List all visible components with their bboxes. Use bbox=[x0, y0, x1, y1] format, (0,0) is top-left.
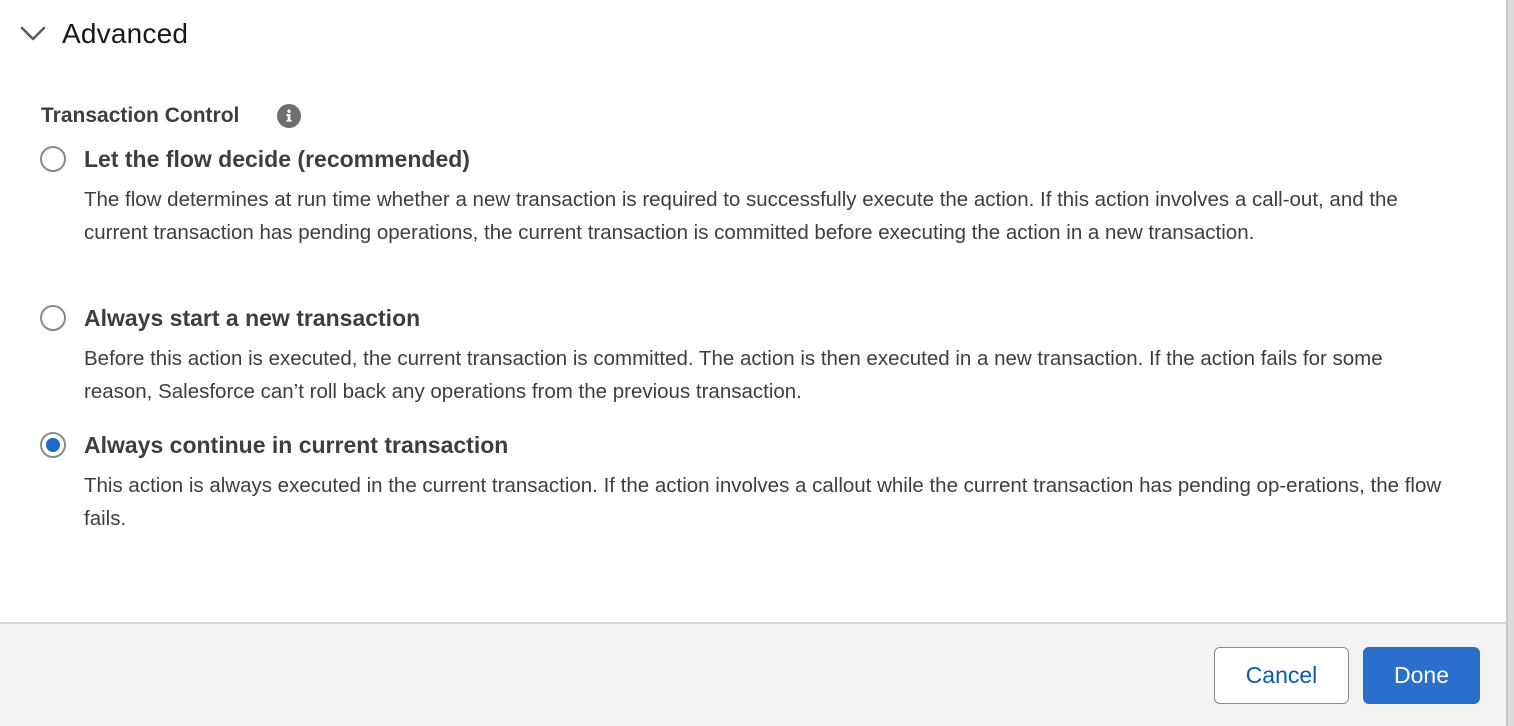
radio-label: Let the flow decide (recommended) bbox=[84, 145, 470, 172]
option-flow-decides: Let the flow decide (recommended) The fl… bbox=[40, 144, 1460, 249]
radio-always-new[interactable]: Always start a new transaction bbox=[40, 303, 1460, 333]
radio-button-selected[interactable] bbox=[40, 432, 66, 458]
radio-flow-decides[interactable]: Let the flow decide (recommended) bbox=[40, 144, 1460, 174]
option-description: Before this action is executed, the curr… bbox=[84, 347, 1383, 403]
advanced-panel: Advanced Transaction Control Let the flo… bbox=[0, 0, 1508, 726]
modal-footer: Cancel Done bbox=[0, 622, 1506, 726]
radio-button[interactable] bbox=[40, 305, 66, 331]
transaction-control-label: Transaction Control bbox=[41, 104, 240, 127]
option-description: This action is always executed in the cu… bbox=[84, 474, 1442, 530]
done-button[interactable]: Done bbox=[1363, 647, 1480, 704]
radio-button[interactable] bbox=[40, 146, 66, 172]
radio-label: Always continue in current transaction bbox=[84, 431, 509, 458]
chevron-down-icon bbox=[20, 21, 46, 47]
advanced-section-toggle[interactable]: Advanced bbox=[20, 14, 188, 54]
option-always-continue: Always continue in current transaction T… bbox=[40, 430, 1460, 535]
radio-selected-dot bbox=[46, 438, 60, 452]
info-icon[interactable] bbox=[277, 104, 302, 128]
transaction-control-label-row: Transaction Control bbox=[41, 104, 302, 128]
option-always-new: Always start a new transaction Before th… bbox=[40, 303, 1460, 408]
option-description: The flow determines at run time whether … bbox=[84, 188, 1398, 244]
radio-always-continue[interactable]: Always continue in current transaction bbox=[40, 430, 1460, 460]
radio-label: Always start a new transaction bbox=[84, 304, 421, 331]
cancel-button[interactable]: Cancel bbox=[1214, 647, 1349, 704]
section-title: Advanced bbox=[62, 18, 189, 49]
